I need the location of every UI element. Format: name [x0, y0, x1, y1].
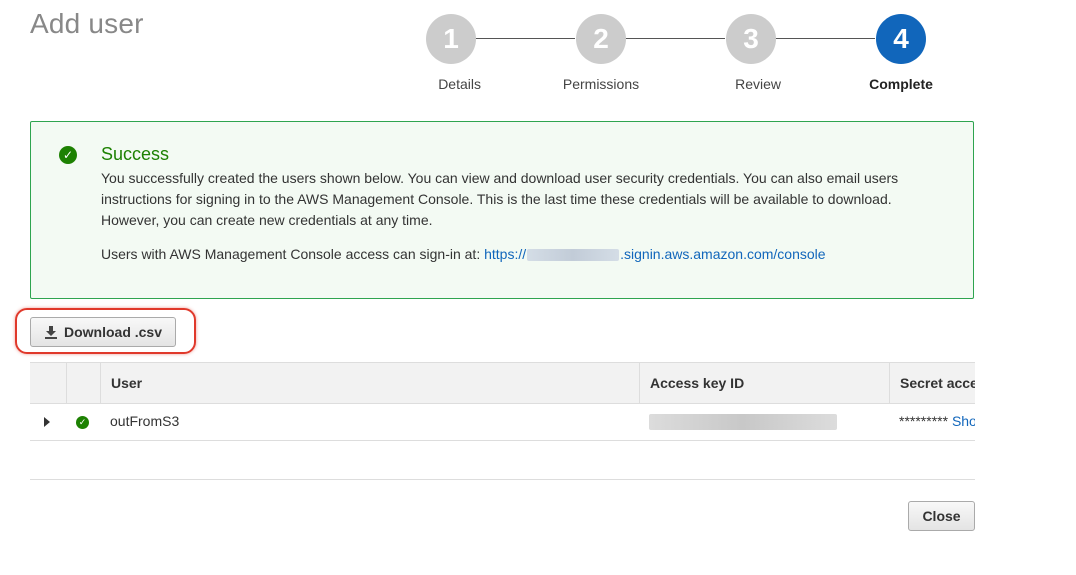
secret-masked: *********	[899, 413, 949, 429]
download-label: Download .csv	[63, 324, 163, 340]
step-review: 3 Review	[721, 14, 781, 94]
wizard-stepper: 1 Details 2 Permissions 3 Review 4 Compl…	[420, 14, 940, 94]
close-button[interactable]: Close	[908, 501, 975, 531]
success-check-icon: ✓	[76, 415, 89, 429]
success-alert: ✓ Success You successfully created the u…	[30, 121, 974, 299]
alert-body: You successfully created the users shown…	[101, 170, 899, 228]
step-number: 1	[426, 14, 476, 64]
step-details: 1 Details	[421, 14, 481, 94]
signin-url-end: .signin.aws.amazon.com/console	[620, 246, 826, 262]
step-complete: 4 Complete	[869, 14, 933, 94]
step-label: Review	[735, 76, 781, 92]
expand-row-toggle[interactable]	[34, 404, 66, 438]
expand-column-header	[30, 363, 66, 403]
step-label: Permissions	[562, 76, 640, 92]
row-status: ✓	[66, 404, 100, 438]
column-header-access-key-id[interactable]: Access key ID	[639, 363, 889, 403]
step-number: 3	[726, 14, 776, 64]
signin-prefix: Users with AWS Management Console access…	[101, 246, 481, 262]
download-icon	[44, 326, 57, 339]
step-number: 4	[876, 14, 926, 64]
alert-title: Success	[101, 144, 170, 164]
step-number: 2	[576, 14, 626, 64]
table-header: User Access key ID Secret acce	[30, 362, 975, 404]
step-label: Details	[438, 76, 481, 92]
show-secret-link[interactable]: Show	[952, 413, 975, 429]
column-header-secret-access-key[interactable]: Secret acce	[889, 363, 975, 403]
download-csv-button[interactable]: Download .csv	[30, 317, 176, 347]
access-key-id-cell	[639, 404, 889, 438]
signin-info: Users with AWS Management Console access…	[101, 246, 826, 262]
redacted-access-key	[649, 414, 837, 431]
success-check-icon: ✓	[59, 146, 77, 164]
step-connector	[475, 38, 575, 39]
credentials-table: User Access key ID Secret acce ✓ outFrom…	[30, 362, 975, 441]
step-permissions: 2 Permissions	[563, 14, 639, 94]
status-column-header	[66, 363, 100, 403]
table-row: ✓ outFromS3 ********* Show	[30, 404, 975, 438]
step-connector	[625, 38, 725, 39]
footer-divider	[30, 479, 975, 480]
signin-url-start: https://	[484, 246, 527, 262]
signin-url-link[interactable]: https:// .signin.aws.amazon.com/console	[484, 246, 825, 262]
caret-right-icon	[44, 417, 50, 428]
column-header-user[interactable]: User	[100, 363, 639, 403]
redacted-account-id	[527, 249, 620, 262]
page-title: Add user	[30, 8, 144, 39]
secret-key-cell: ********* Show	[889, 404, 975, 438]
step-label: Complete	[869, 76, 933, 92]
user-name-cell: outFromS3	[110, 413, 180, 429]
step-connector	[775, 38, 875, 39]
